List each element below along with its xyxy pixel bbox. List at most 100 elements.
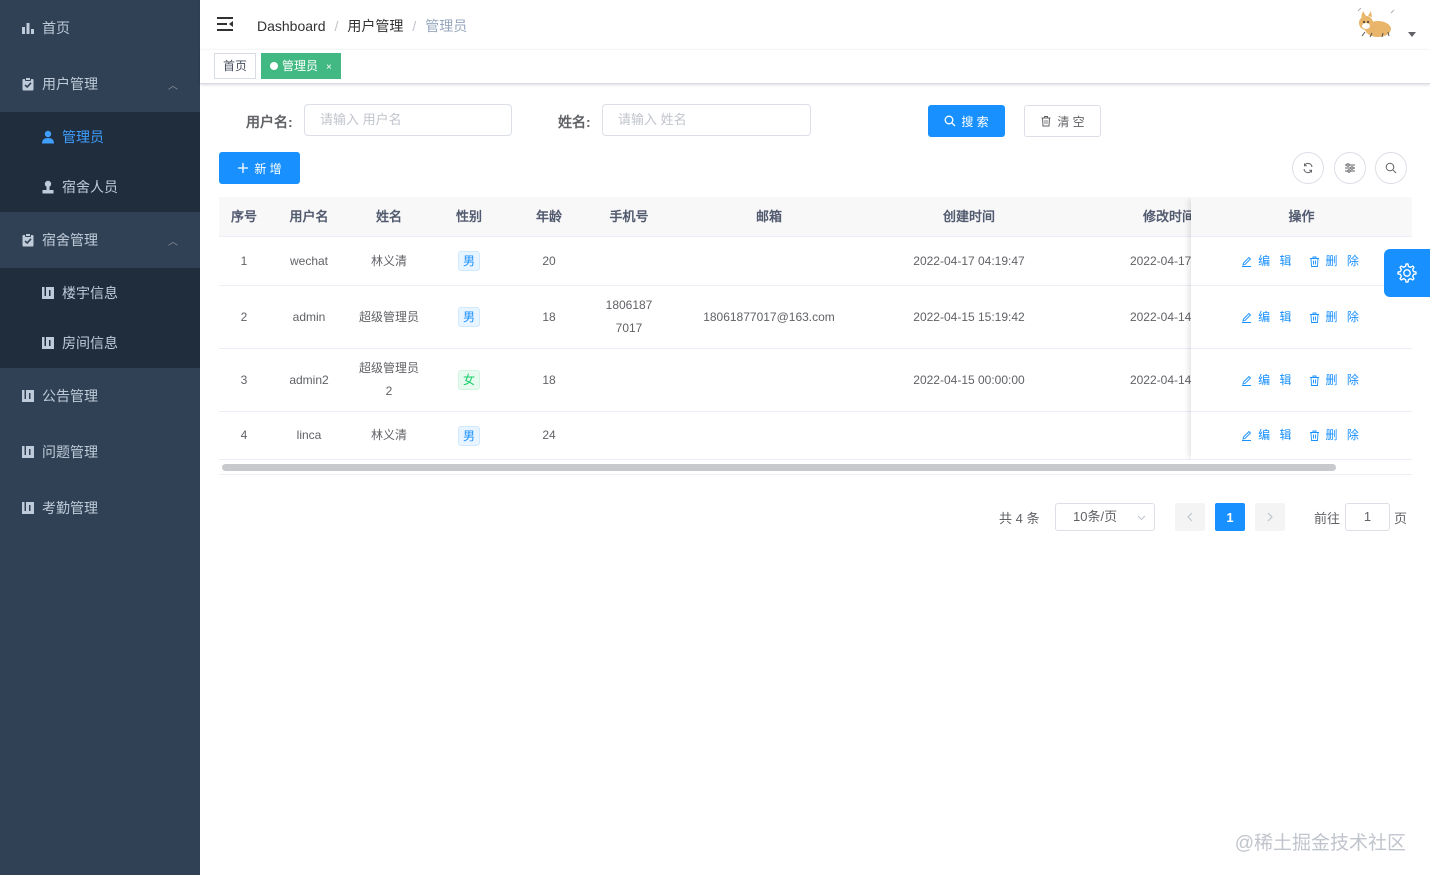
gender-tag: 男 — [457, 251, 480, 271]
sidebar-item-label: 宿舍人员 — [62, 179, 118, 195]
plus-icon — [238, 163, 249, 173]
sidebar-item-dorm-management[interactable]: 宿舍管理 ︿ — [0, 212, 200, 268]
search-button[interactable]: 搜 索 — [928, 105, 1005, 137]
sliders-icon — [1345, 163, 1355, 173]
cell-email — [669, 237, 869, 285]
building-icon — [40, 335, 56, 351]
cell-actions: 编 辑 删 除 — [1191, 412, 1412, 459]
add-button-label: 新 增 — [254, 161, 282, 176]
sidebar-item-admin[interactable]: 管理员 — [0, 112, 200, 162]
search-button-label: 搜 索 — [961, 114, 989, 129]
building-icon — [40, 285, 56, 301]
delete-label: 删 除 — [1325, 372, 1362, 387]
tag-admin[interactable]: 管理员 × — [261, 53, 341, 79]
cell-phone — [589, 412, 669, 459]
edit-button[interactable]: 编 辑 — [1241, 306, 1294, 329]
delete-button[interactable]: 删 除 — [1309, 250, 1362, 273]
cell-email: 18061877017@163.com — [703, 309, 835, 324]
toggle-search-button[interactable] — [1375, 152, 1407, 184]
edit-button[interactable]: 编 辑 — [1241, 250, 1294, 273]
delete-button[interactable]: 删 除 — [1309, 369, 1362, 392]
delete-label: 删 除 — [1325, 309, 1362, 324]
column-header-username: 用户名 — [289, 209, 329, 224]
sidebar-item-announcements[interactable]: 公告管理 — [0, 368, 200, 424]
column-header-name: 姓名 — [375, 209, 402, 224]
breadcrumb-user-management[interactable]: 用户管理 — [347, 16, 403, 36]
cell-age: 18 — [542, 309, 556, 324]
prev-page-button[interactable] — [1175, 503, 1205, 531]
chevron-up-icon: ︿ — [168, 236, 178, 248]
sidebar-item-label: 考勤管理 — [42, 500, 98, 516]
column-header-actions: 操作 — [1288, 209, 1315, 224]
cell-username: wechat — [289, 253, 329, 268]
page-suffix-label: 页 — [1394, 511, 1408, 526]
chevron-down-icon — [1137, 504, 1146, 533]
columns-settings-button[interactable] — [1334, 152, 1366, 184]
delete-button[interactable]: 删 除 — [1309, 306, 1362, 329]
clipboard-icon — [20, 76, 36, 92]
column-header-age: 年龄 — [535, 209, 562, 224]
page-size-select[interactable]: 10条/页 — [1055, 503, 1155, 531]
sidebar-item-room-info[interactable]: 房间信息 — [0, 318, 200, 368]
cell-created: 2022-04-15 15:19:42 — [913, 309, 1025, 324]
search-icon — [944, 115, 956, 127]
edit-icon — [1242, 430, 1252, 441]
breadcrumb-separator: / — [334, 18, 339, 34]
cell-created — [869, 412, 1069, 459]
delete-button[interactable]: 删 除 — [1309, 424, 1362, 447]
username-label: 用户名: — [246, 114, 293, 130]
caret-down-icon[interactable] — [1408, 32, 1416, 37]
page-size-value: 10条/页 — [1073, 509, 1118, 524]
goto-page-input[interactable]: 1 — [1345, 503, 1390, 531]
edit-button[interactable]: 编 辑 — [1241, 369, 1294, 392]
sidebar-item-attendance[interactable]: 考勤管理 — [0, 480, 200, 536]
breadcrumb-dashboard[interactable]: Dashboard — [257, 18, 326, 34]
edit-icon — [1242, 256, 1252, 267]
cell-username: admin — [292, 309, 326, 324]
cell-no: 3 — [240, 372, 248, 387]
sidebar-item-issues[interactable]: 问题管理 — [0, 424, 200, 480]
watermark: @稀土掘金技术社区 — [1234, 833, 1406, 854]
cell-created: 2022-04-17 04:19:47 — [913, 253, 1025, 268]
add-button[interactable]: 新 增 — [219, 152, 300, 184]
trash-icon — [1309, 312, 1319, 323]
column-header-created: 创建时间 — [942, 209, 995, 224]
gender-tag: 男 — [457, 307, 480, 327]
cell-age: 24 — [542, 428, 556, 442]
next-page-button[interactable] — [1255, 503, 1285, 531]
close-icon[interactable]: × — [326, 62, 332, 73]
sidebar-item-building-info[interactable]: 楼宇信息 — [0, 268, 200, 318]
cell-name: 林义清 — [370, 253, 407, 268]
hamburger-menu-icon[interactable] — [216, 15, 234, 33]
tag-label: 首页 — [223, 59, 248, 73]
refresh-button[interactable] — [1292, 152, 1324, 184]
sidebar-item-label: 首页 — [42, 20, 70, 36]
cell-no: 2 — [240, 309, 248, 324]
breadcrumb-admin: 管理员 — [425, 18, 468, 34]
tag-home[interactable]: 首页 — [214, 53, 257, 79]
chevron-right-icon — [1267, 512, 1273, 522]
cell-gender: 男 — [429, 286, 509, 348]
chevron-left-icon — [1187, 512, 1193, 522]
horizontal-scrollbar[interactable] — [219, 460, 1412, 475]
name-input[interactable]: 请输入 姓名 — [602, 104, 811, 136]
settings-panel-button[interactable] — [1384, 249, 1430, 297]
page-1-button[interactable]: 1 — [1215, 503, 1245, 531]
tag-label: 管理员 — [282, 59, 319, 73]
cell-username: admin2 — [289, 372, 329, 387]
sidebar-item-home[interactable]: 首页 — [0, 0, 200, 56]
avatar[interactable] — [1356, 5, 1396, 45]
delete-label: 删 除 — [1325, 253, 1362, 268]
username-input[interactable]: 请输入 用户名 — [304, 104, 512, 136]
scrollbar-thumb[interactable] — [222, 464, 1336, 471]
sidebar-item-dorm-staff[interactable]: 宿舍人员 — [0, 162, 200, 212]
edit-button[interactable]: 编 辑 — [1241, 424, 1294, 447]
breadcrumb-separator: / — [412, 18, 417, 34]
clear-button[interactable]: 清 空 — [1024, 105, 1101, 137]
column-header-gender: 性别 — [455, 209, 482, 224]
sidebar-item-user-management[interactable]: 用户管理 ︿ — [0, 56, 200, 112]
edit-icon — [1242, 375, 1252, 386]
sidebar-item-label: 公告管理 — [42, 388, 98, 404]
cell-name: 超级管理员2 — [359, 361, 420, 398]
column-header-no: 序号 — [230, 209, 257, 224]
